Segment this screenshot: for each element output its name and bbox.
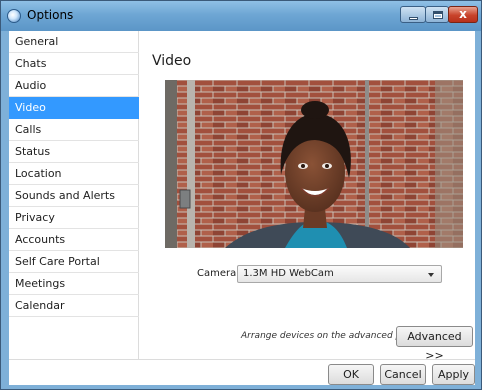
- apply-button[interactable]: Apply: [432, 364, 475, 385]
- advanced-button[interactable]: Advanced >>: [396, 326, 473, 362]
- title-bar[interactable]: Options x: [1, 1, 481, 31]
- close-icon: x: [459, 7, 467, 21]
- sidebar-item-video[interactable]: Video: [9, 97, 139, 119]
- sidebar-item-self-care-portal[interactable]: Self Care Portal: [9, 251, 139, 273]
- camera-label: Camera:: [197, 268, 240, 279]
- sidebar-item-general[interactable]: General: [9, 31, 139, 53]
- sidebar-item-sounds-and-alerts[interactable]: Sounds and Alerts: [9, 185, 139, 207]
- footer-divider: [9, 359, 475, 360]
- sidebar-item-meetings[interactable]: Meetings: [9, 273, 139, 295]
- camera-dropdown[interactable]: 1.3M HD WebCam: [237, 265, 442, 283]
- dialog-body: General Chats Audio Video Calls Status L…: [9, 31, 475, 385]
- cancel-button[interactable]: Cancel: [380, 364, 426, 385]
- maximize-button[interactable]: [425, 6, 449, 23]
- sidebar-item-chats[interactable]: Chats: [9, 53, 139, 75]
- sidebar-item-calls[interactable]: Calls: [9, 119, 139, 141]
- video-preview: [165, 80, 463, 248]
- sidebar-item-audio[interactable]: Audio: [9, 75, 139, 97]
- window-title: Options: [27, 8, 74, 22]
- camera-dropdown-value: 1.3M HD WebCam: [243, 268, 334, 279]
- sidebar-item-location[interactable]: Location: [9, 163, 139, 185]
- close-button[interactable]: x: [448, 6, 478, 23]
- sidebar-item-accounts[interactable]: Accounts: [9, 229, 139, 251]
- maximize-icon: [433, 11, 443, 19]
- app-icon: [7, 9, 21, 23]
- ok-button[interactable]: OK: [328, 364, 374, 385]
- options-window: Options x General Chats Audio Video Call…: [0, 0, 482, 390]
- video-preview-image: [165, 80, 463, 248]
- sidebar-item-status[interactable]: Status: [9, 141, 139, 163]
- minimize-button[interactable]: [400, 6, 426, 23]
- sidebar: General Chats Audio Video Calls Status L…: [9, 31, 139, 359]
- page-title: Video: [152, 53, 192, 69]
- minimize-icon: [409, 17, 418, 20]
- sidebar-item-calendar[interactable]: Calendar: [9, 295, 139, 317]
- advanced-hint-text: Arrange devices on the advanced page.: [241, 331, 421, 341]
- sidebar-item-privacy[interactable]: Privacy: [9, 207, 139, 229]
- chevron-down-icon: [428, 273, 434, 277]
